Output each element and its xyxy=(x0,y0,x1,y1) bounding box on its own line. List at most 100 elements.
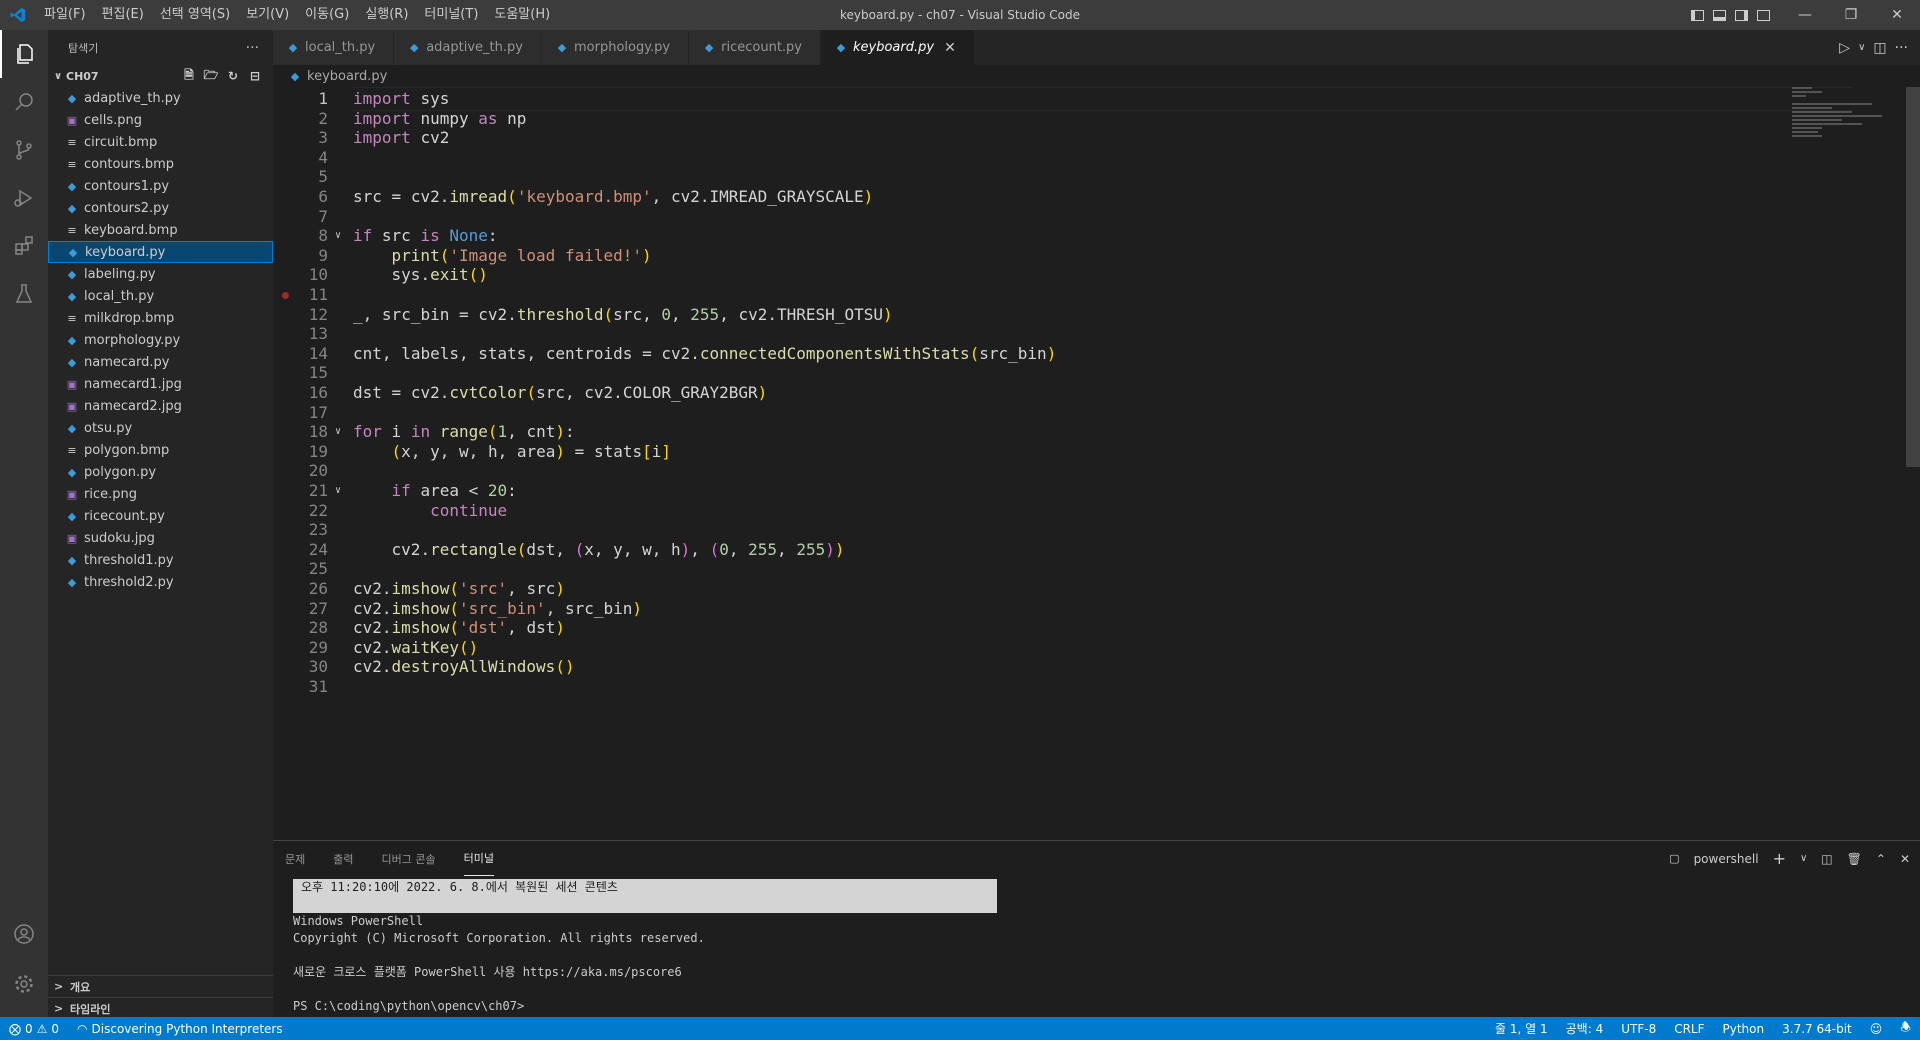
panel-tab[interactable]: 터미널 xyxy=(463,841,494,876)
run-debug-icon[interactable] xyxy=(0,174,48,222)
accounts-icon[interactable] xyxy=(0,910,48,958)
run-python-file-icon[interactable]: ▷ xyxy=(1839,40,1850,56)
file-item[interactable]: ◆ morphology.py xyxy=(48,329,273,351)
close-tab-icon[interactable]: ✕ xyxy=(944,40,956,56)
terminal-shell-icon[interactable]: ▢ xyxy=(1669,852,1679,865)
toggle-secondary-sidebar-icon[interactable] xyxy=(1730,0,1752,30)
file-item[interactable]: ◆ otsu.py xyxy=(48,417,273,439)
editor-tab[interactable]: ◆ ricecount.py xyxy=(689,30,821,65)
split-terminal-icon[interactable]: ◫ xyxy=(1821,852,1832,866)
kill-terminal-icon[interactable]: 🗑 xyxy=(1847,852,1862,866)
restore-button[interactable]: ❐ xyxy=(1828,0,1874,30)
indentation[interactable]: 공백: 4 xyxy=(1557,1020,1613,1037)
file-item[interactable]: ≡ circuit.bmp xyxy=(48,131,273,153)
minimize-button[interactable]: — xyxy=(1782,0,1828,30)
file-item[interactable]: ◆ keyboard.py xyxy=(48,241,273,263)
panel-tab[interactable]: 문제 xyxy=(285,841,305,876)
source-control-icon[interactable] xyxy=(0,126,48,174)
file-item[interactable]: ◆ polygon.py xyxy=(48,461,273,483)
menu-item[interactable]: 파일(F) xyxy=(36,0,94,30)
collapse-all-icon[interactable]: ⊟ xyxy=(247,68,263,84)
menu-item[interactable]: 도움말(H) xyxy=(486,0,558,30)
terminal[interactable]: 오후 11:20:10에 2022. 6. 8.에서 복원된 세션 콘텐츠 Wi… xyxy=(293,879,997,1015)
testing-flask-icon[interactable] xyxy=(0,270,48,318)
file-item[interactable]: ≡ polygon.bmp xyxy=(48,439,273,461)
toggle-sidebar-icon[interactable] xyxy=(1686,0,1708,30)
close-panel-icon[interactable]: ✕ xyxy=(1900,852,1910,866)
image-file-icon: ▣ xyxy=(66,113,78,127)
editor-tab[interactable]: ◆ morphology.py xyxy=(541,30,690,65)
file-item[interactable]: ≡ contours.bmp xyxy=(48,153,273,175)
menu-bar: 파일(F) 편집(E) 선택 영역(S) 보기(V) 이동(G) 실행(R) 터미널(T) 도… xyxy=(36,0,558,30)
extensions-icon[interactable] xyxy=(0,222,48,270)
file-item[interactable]: ◆ namecard.py xyxy=(48,351,273,373)
explorer-icon[interactable] xyxy=(0,30,48,78)
file-name: keyboard.bmp xyxy=(84,222,178,238)
breakpoint-hint-icon[interactable] xyxy=(282,292,289,299)
editor-tab[interactable]: ◆ adaptive_th.py xyxy=(394,30,542,65)
file-item[interactable]: ◆ adaptive_th.py xyxy=(48,87,273,109)
file-item[interactable]: ▣ cells.png xyxy=(48,109,273,131)
breadcrumb[interactable]: ◆ keyboard.py xyxy=(273,65,1920,87)
folder-header[interactable]: ∨ CH07 🗎 🗁 ↻ ⊟ xyxy=(48,65,273,87)
menu-item[interactable]: 이동(G) xyxy=(297,0,357,30)
tab-label: morphology.py xyxy=(573,40,671,55)
outline-section[interactable]: > 개요 xyxy=(48,975,273,997)
refresh-icon[interactable]: ↻ xyxy=(225,68,241,84)
customize-layout-icon[interactable] xyxy=(1752,0,1774,30)
encoding[interactable]: UTF-8 xyxy=(1612,1022,1665,1036)
panel-tab[interactable]: 디버그 콘솔 xyxy=(382,841,436,876)
chevron-down-icon[interactable]: ∨ xyxy=(1858,42,1865,53)
menu-item[interactable]: 터미널(T) xyxy=(416,0,486,30)
minimap[interactable] xyxy=(1792,87,1902,147)
more-actions-icon[interactable]: ··· xyxy=(246,40,259,56)
file-item[interactable]: ▣ namecard1.jpg xyxy=(48,373,273,395)
editor-tab[interactable]: ◆ local_th.py xyxy=(273,30,395,65)
menu-item[interactable]: 보기(V) xyxy=(238,0,297,30)
file-item[interactable]: ▣ namecard2.jpg xyxy=(48,395,273,417)
file-item[interactable]: ▣ sudoku.jpg xyxy=(48,527,273,549)
file-item[interactable]: ◆ local_th.py xyxy=(48,285,273,307)
file-item[interactable]: ◆ ricecount.py xyxy=(48,505,273,527)
feedback-icon[interactable]: ☺ xyxy=(1861,1022,1892,1036)
language-mode[interactable]: Python xyxy=(1714,1022,1774,1036)
status-bar: ⨂ 0 ⚠ 0 ◠ Discovering Python Interpreter… xyxy=(0,1017,1920,1040)
new-folder-icon[interactable]: 🗁 xyxy=(203,68,219,84)
menu-item[interactable]: 선택 영역(S) xyxy=(152,0,238,30)
search-icon[interactable] xyxy=(0,78,48,126)
timeline-section[interactable]: > 타임라인 xyxy=(48,997,273,1019)
toggle-panel-icon[interactable] xyxy=(1708,0,1730,30)
end-of-line[interactable]: CRLF xyxy=(1665,1022,1713,1036)
file-item[interactable]: ◆ threshold1.py xyxy=(48,549,273,571)
python-interpreter[interactable]: 3.7.7 64-bit xyxy=(1773,1022,1861,1036)
menu-item[interactable]: 편집(E) xyxy=(94,0,152,30)
file-item[interactable]: ◆ contours2.py xyxy=(48,197,273,219)
file-item[interactable]: ◆ labeling.py xyxy=(48,263,273,285)
cursor-position[interactable]: 줄 1, 열 1 xyxy=(1486,1020,1557,1037)
maximize-panel-icon[interactable]: ⌃ xyxy=(1876,852,1886,866)
file-name: circuit.bmp xyxy=(84,134,158,150)
activity-bar xyxy=(0,30,48,1017)
chevron-down-icon[interactable]: ∨ xyxy=(1800,853,1807,864)
panel-tab[interactable]: 출력 xyxy=(333,841,353,876)
code-line[interactable]: 31 xyxy=(273,675,1873,699)
editor-tab[interactable]: ◆ keyboard.py ✕ xyxy=(821,30,975,65)
file-item[interactable]: ≡ keyboard.bmp xyxy=(48,219,273,241)
menu-item[interactable]: 실행(R) xyxy=(357,0,416,30)
split-editor-icon[interactable]: ◫ xyxy=(1873,40,1886,56)
file-item[interactable]: ◆ contours1.py xyxy=(48,175,273,197)
close-window-button[interactable]: ✕ xyxy=(1874,0,1920,30)
file-item[interactable]: ≡ milkdrop.bmp xyxy=(48,307,273,329)
code-editor[interactable]: 1 import sys 2 import numpy as np 3 import cv… xyxy=(273,87,1920,840)
terminal-shell-name[interactable]: powershell xyxy=(1694,852,1759,866)
python-task-status[interactable]: ◠ Discovering Python Interpreters xyxy=(68,1022,292,1036)
more-actions-icon[interactable]: ··· xyxy=(1895,40,1908,56)
problems-status[interactable]: ⨂ 0 ⚠ 0 xyxy=(0,1022,68,1036)
new-file-icon[interactable]: 🗎 xyxy=(181,68,197,84)
settings-gear-icon[interactable] xyxy=(0,960,48,1008)
notifications-bell-icon[interactable]: 🕭 xyxy=(1891,1018,1920,1039)
editor-scrollbar[interactable] xyxy=(1906,87,1920,467)
new-terminal-icon[interactable]: + xyxy=(1773,849,1786,868)
file-item[interactable]: ▣ rice.png xyxy=(48,483,273,505)
file-item[interactable]: ◆ threshold2.py xyxy=(48,571,273,593)
